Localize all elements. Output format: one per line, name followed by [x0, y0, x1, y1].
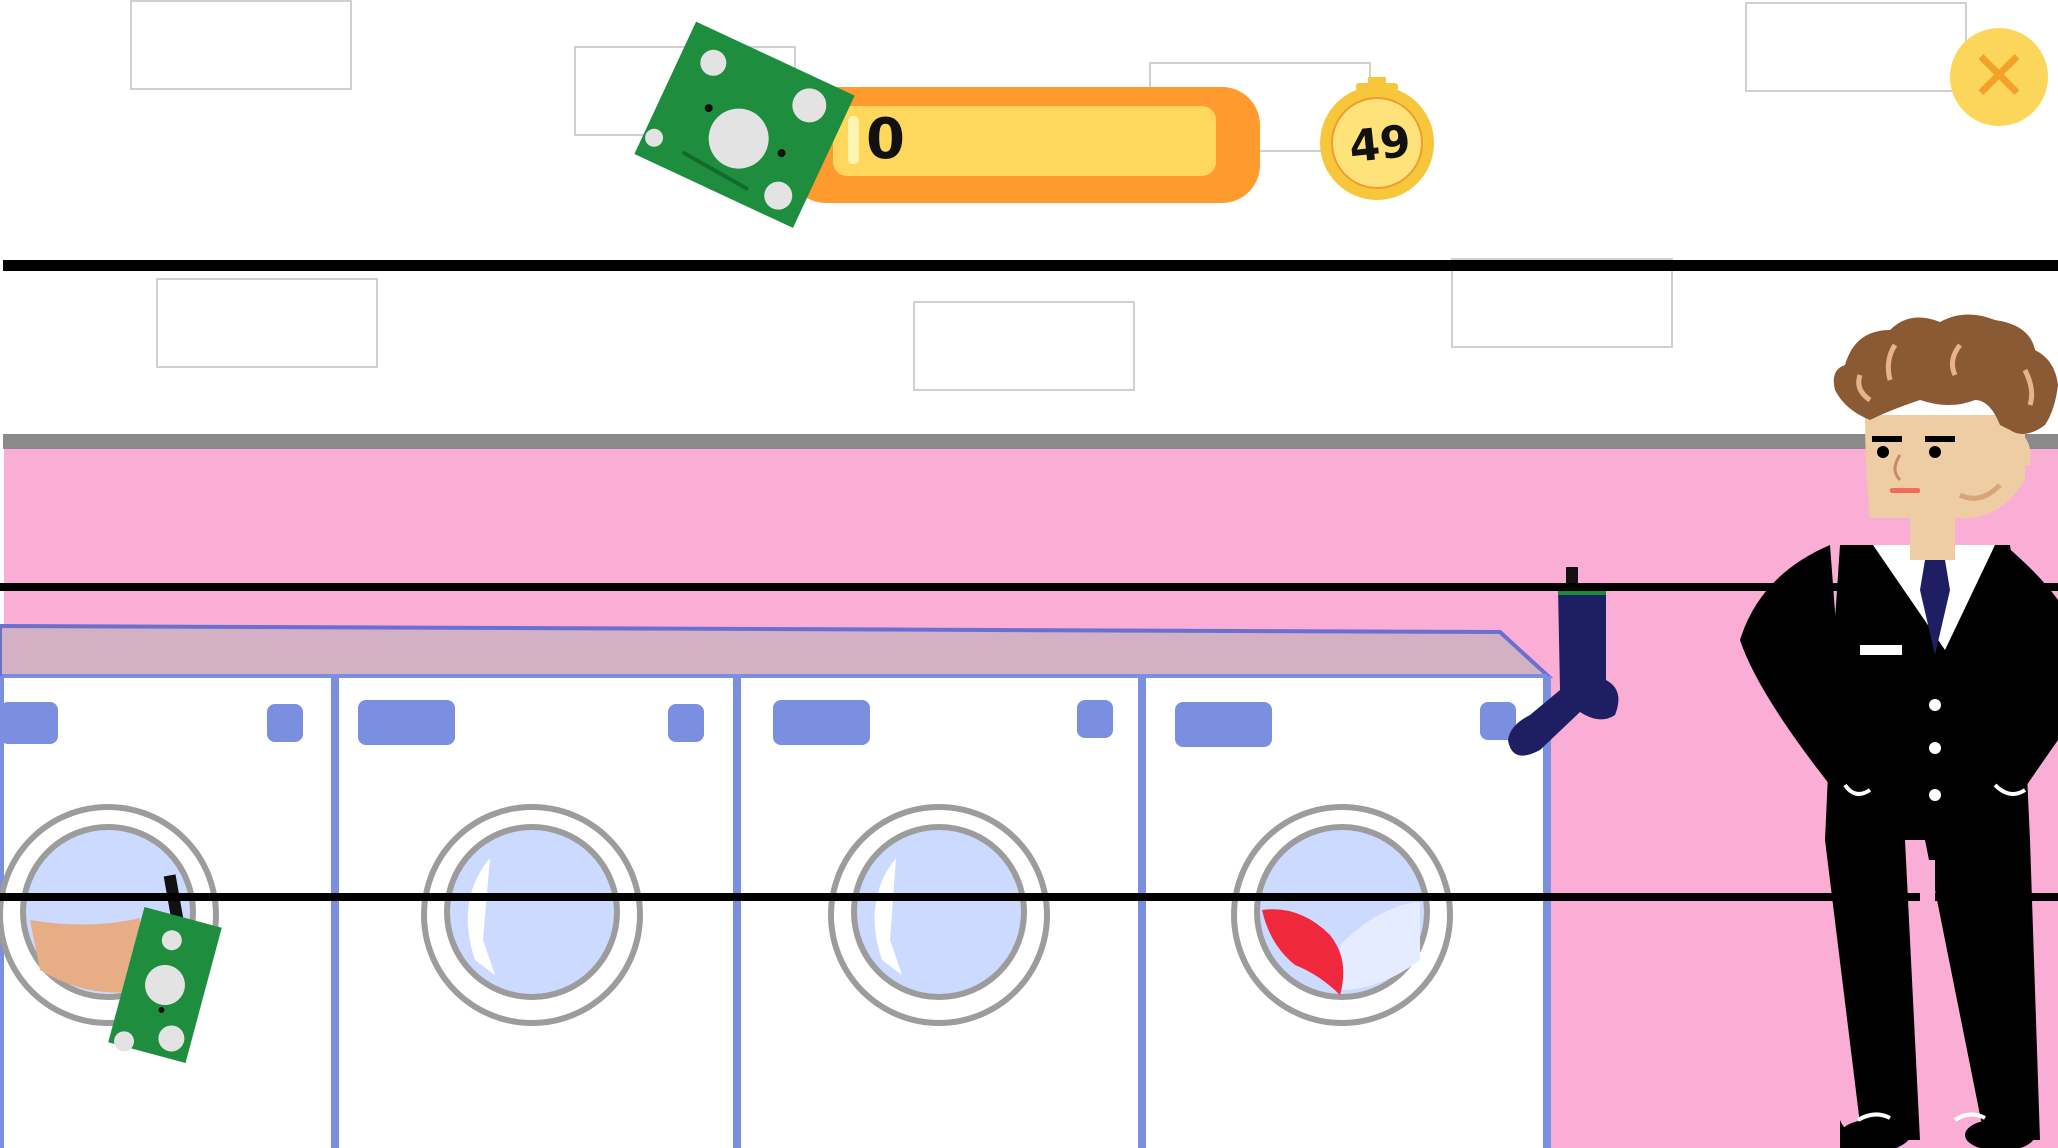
close-icon: ✕ — [1969, 35, 2029, 117]
wall-trim — [3, 434, 2058, 449]
line-lower — [0, 893, 2058, 901]
top-divider-line — [3, 260, 2058, 271]
hud-score-bar — [788, 87, 1260, 203]
game-scene — [0, 0, 2058, 1148]
line-upper — [0, 583, 2058, 591]
close-button[interactable]: ✕ — [1950, 28, 2048, 126]
washing-machines — [0, 674, 1551, 1148]
counter-top — [0, 623, 1554, 678]
